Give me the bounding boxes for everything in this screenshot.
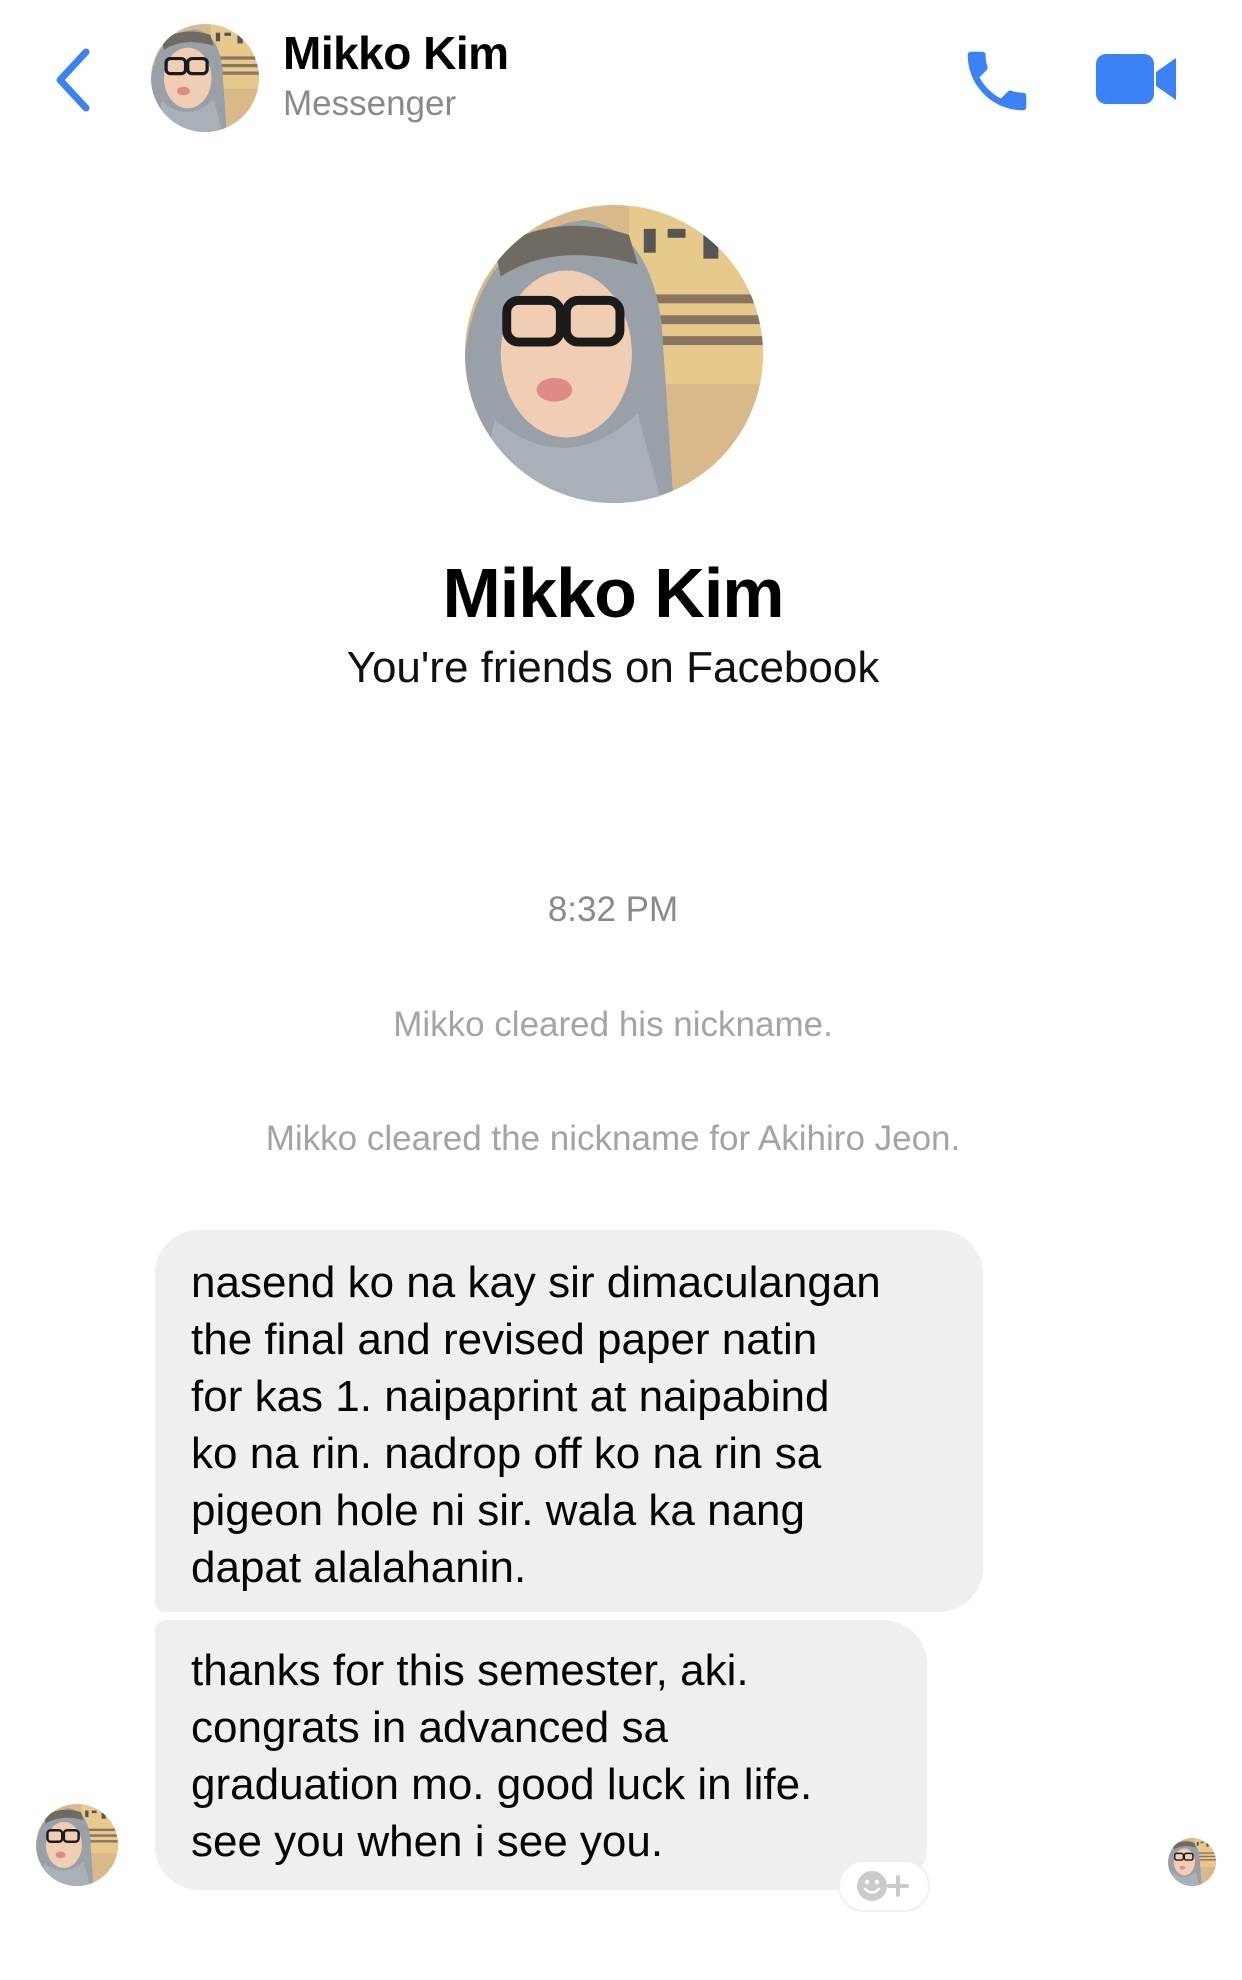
profile-relation: You're friends on Facebook [346,643,880,692]
video-camera-icon [1096,54,1176,104]
seen-indicator-avatar [1168,1838,1216,1886]
contact-name[interactable]: Mikko Kim [283,26,509,80]
profile-avatar[interactable] [465,205,763,503]
message-timestamp: 8:32 PM [547,890,679,929]
video-call-button[interactable] [1096,50,1178,108]
incoming-message-bubble[interactable]: thanks for this semester, aki. congrats … [155,1620,927,1890]
system-message: Mikko cleared his nickname. [393,1005,833,1044]
contact-subtitle: Messenger [283,84,457,123]
conversation-header: Mikko Kim Messenger [0,0,1242,150]
back-chevron-icon [56,48,90,112]
profile-name: Mikko Kim [442,554,784,632]
contact-avatar[interactable] [151,24,259,132]
audio-call-button[interactable] [958,42,1036,120]
sender-avatar [36,1804,118,1886]
back-button[interactable] [44,42,100,118]
system-message: Mikko cleared the nickname for Akihiro J… [265,1119,961,1158]
phone-icon [967,51,1027,111]
incoming-message-bubble[interactable]: nasend ko na kay sir dimaculangan the fi… [155,1230,983,1612]
smiley-plus-icon [857,1871,909,1901]
add-reaction-button[interactable] [838,1860,930,1912]
